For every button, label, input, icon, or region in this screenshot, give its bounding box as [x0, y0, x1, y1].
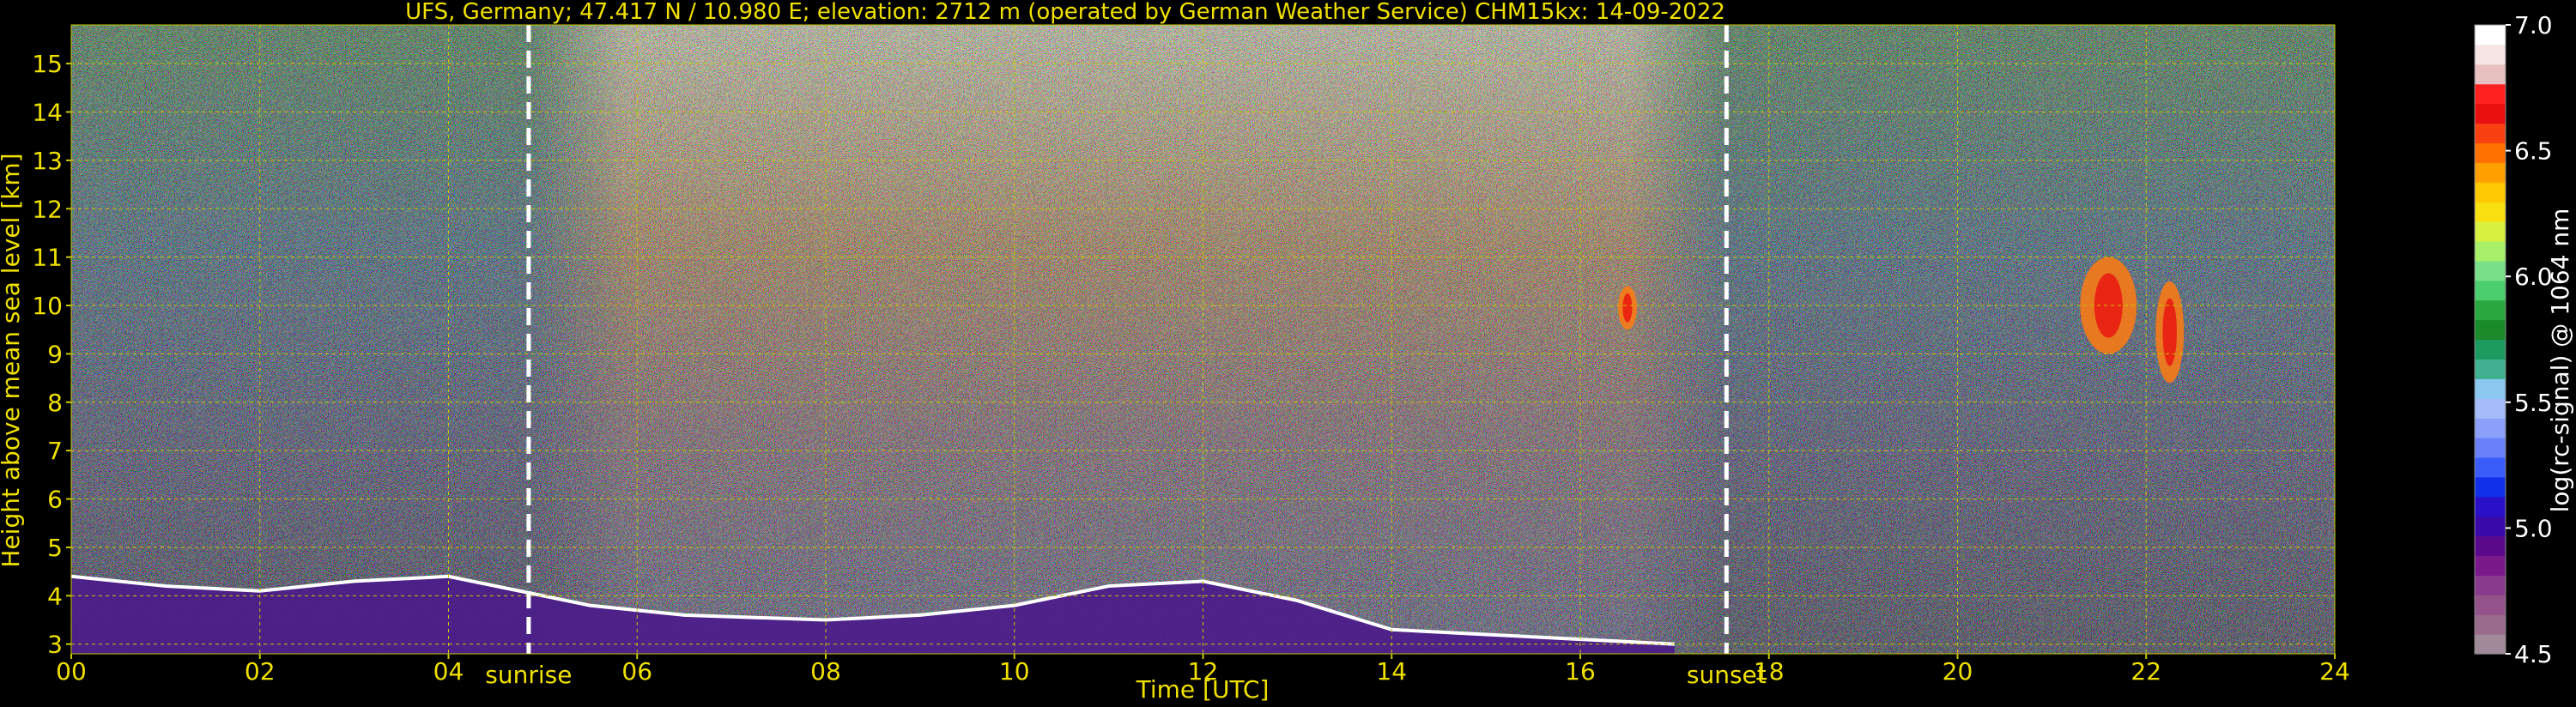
- colorbar-swatch: [2475, 83, 2506, 105]
- colorbar-swatch: [2475, 438, 2506, 458]
- plot-area: [71, 25, 2335, 654]
- y-axis-ticks: 3 4 5 6 7 8 9 10 11 12 13 14 15: [32, 50, 71, 659]
- colorbar-swatch: [2475, 182, 2506, 202]
- x-tick-label: 22: [2131, 657, 2161, 686]
- y-tick-label: 5: [47, 534, 63, 562]
- colorbar-swatch: [2475, 535, 2506, 557]
- x-tick-label: 24: [2319, 657, 2350, 686]
- colorbar-tick-label: 7.0: [2514, 11, 2553, 39]
- x-axis-label: Time [UTC]: [1136, 675, 1270, 704]
- colorbar-swatch: [2475, 339, 2506, 360]
- colorbar-swatch: [2475, 575, 2506, 595]
- x-tick-label: 08: [810, 657, 841, 686]
- y-tick-label: 3: [47, 631, 63, 659]
- colorbar-swatch: [2475, 398, 2506, 419]
- y-tick-label: 4: [47, 582, 63, 610]
- sunrise-label: sunrise: [485, 661, 572, 689]
- colorbar-swatch: [2475, 123, 2506, 144]
- colorbar-swatch: [2475, 202, 2506, 222]
- colorbar-swatch: [2475, 299, 2506, 321]
- y-tick-label: 15: [32, 50, 63, 78]
- colorbar-tick-label: 6.5: [2514, 137, 2553, 166]
- y-tick-label: 11: [32, 244, 63, 272]
- colorbar-swatch: [2475, 496, 2506, 517]
- colorbar-swatch: [2475, 634, 2506, 655]
- colorbar-swatch: [2475, 162, 2506, 183]
- colorbar-swatch: [2475, 476, 2506, 498]
- x-tick-label: 14: [1376, 657, 1407, 686]
- colorbar-swatch: [2475, 516, 2506, 537]
- y-tick-label: 8: [47, 389, 63, 417]
- cloud-core-mark: [1622, 293, 1633, 323]
- colorbar-swatch: [2475, 359, 2506, 379]
- ceilometer-chart: sunrise sunset 00 02 04 06 08 10 12 14 16 18 20 22 24…: [0, 0, 2574, 704]
- colorbar-swatch: [2475, 456, 2506, 478]
- y-axis-label: Height above mean sea level [km]: [0, 153, 25, 567]
- colorbar-swatch: [2475, 25, 2506, 45]
- colorbar-swatch: [2475, 614, 2506, 635]
- colorbar-swatch: [2475, 418, 2506, 438]
- colorbar-swatch: [2475, 142, 2506, 163]
- y-tick-label: 12: [32, 195, 63, 223]
- chart-title: UFS, Germany; 47.417 N / 10.980 E; eleva…: [405, 0, 1725, 25]
- x-tick-label: 20: [1943, 657, 1973, 686]
- colorbar-swatch: [2475, 280, 2506, 301]
- colorbar-swatch: [2475, 44, 2506, 65]
- x-tick-label: 18: [1754, 657, 1785, 686]
- x-tick-label: 00: [56, 657, 87, 686]
- colorbar-swatch: [2475, 240, 2506, 262]
- x-tick-label: 04: [433, 657, 464, 686]
- x-tick-label: 06: [621, 657, 652, 686]
- x-tick-label: 02: [245, 657, 276, 686]
- colorbar: [2474, 24, 2506, 655]
- colorbar-swatch: [2475, 63, 2506, 85]
- colorbar-tick-label: 5.0: [2514, 514, 2553, 542]
- y-tick-label: 10: [32, 292, 63, 320]
- colorbar-swatch: [2475, 595, 2506, 615]
- y-tick-label: 14: [32, 98, 63, 126]
- y-tick-label: 9: [47, 340, 63, 368]
- colorbar-swatch: [2475, 221, 2506, 242]
- colorbar-swatch: [2475, 378, 2506, 399]
- colorbar-label: log(rc-signal) @ 1064 nm: [2546, 208, 2574, 513]
- colorbar-swatch: [2475, 260, 2506, 281]
- y-tick-label: 7: [47, 437, 63, 465]
- colorbar-swatch: [2475, 555, 2506, 576]
- y-tick-label: 6: [47, 486, 63, 514]
- y-tick-label: 13: [32, 147, 63, 175]
- colorbar-swatch: [2475, 319, 2506, 341]
- signal-noise-texture: [71, 25, 2335, 654]
- colorbar-swatch: [2475, 103, 2506, 124]
- colorbar-tick-label: 4.5: [2514, 640, 2553, 668]
- x-tick-label: 16: [1565, 657, 1596, 686]
- cloud-core-mark: [2162, 298, 2177, 366]
- x-tick-label: 10: [999, 657, 1030, 686]
